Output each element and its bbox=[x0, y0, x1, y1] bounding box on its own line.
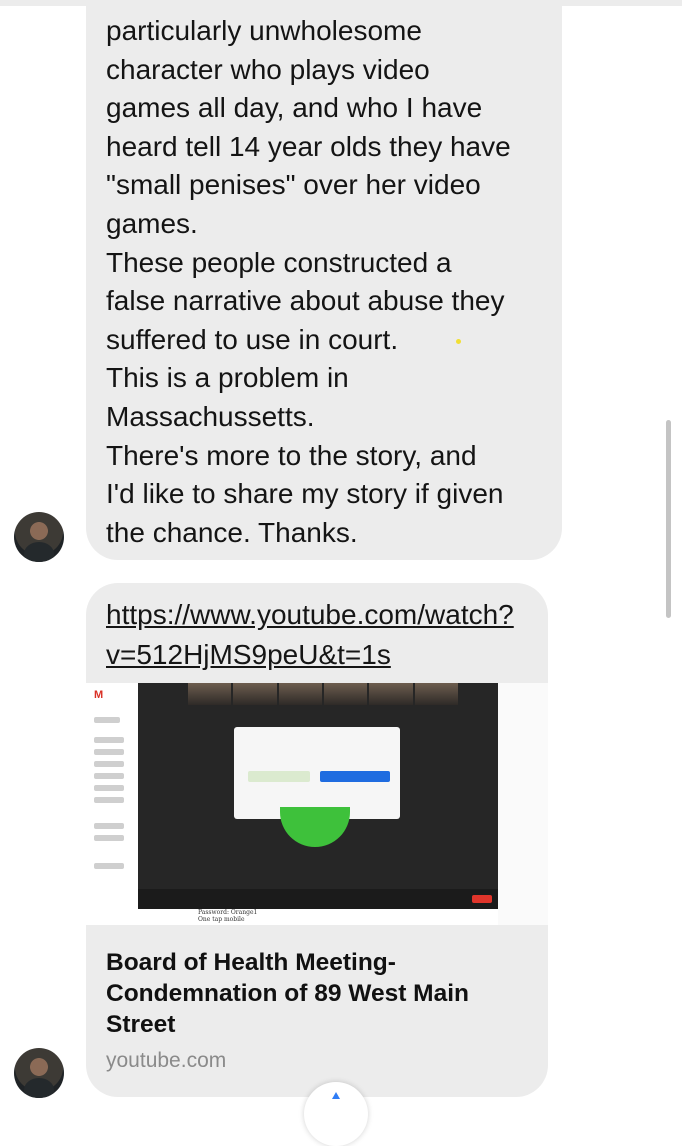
link-url[interactable]: https://www.youtube.com/watch?v=512HjMS9… bbox=[106, 595, 526, 675]
leave-button bbox=[472, 895, 492, 903]
gmail-right-column bbox=[498, 683, 548, 925]
green-avatar-circle bbox=[280, 807, 350, 847]
link-domain: youtube.com bbox=[106, 1049, 227, 1072]
join-audio-button bbox=[320, 771, 390, 782]
sender-avatar[interactable] bbox=[14, 512, 64, 562]
message-text: particularly unwholesome character who p… bbox=[106, 15, 511, 548]
sidebar-row bbox=[94, 785, 124, 791]
scroll-button[interactable] bbox=[304, 1082, 368, 1146]
gmail-sidebar: M bbox=[86, 683, 141, 925]
sidebar-row bbox=[94, 737, 124, 743]
paper-line: One tap mobile bbox=[198, 916, 245, 923]
participant-thumbnail bbox=[233, 683, 277, 705]
participant-thumbnails bbox=[188, 683, 458, 705]
link-preview-image[interactable]: M Password: Orange1 One tap mobile bbox=[86, 683, 548, 925]
zoom-toolbar bbox=[138, 889, 498, 909]
gmail-logo: M bbox=[94, 689, 104, 701]
sender-avatar[interactable] bbox=[14, 1048, 64, 1098]
audio-dialog bbox=[234, 727, 400, 819]
participant-thumbnail bbox=[414, 683, 458, 705]
sidebar-row bbox=[94, 749, 124, 755]
message-bubble[interactable]: particularly unwholesome character who p… bbox=[86, 0, 562, 560]
sidebar-row bbox=[94, 823, 124, 829]
participant-thumbnail bbox=[369, 683, 413, 705]
preview-paper-text: Password: Orange1 One tap mobile bbox=[198, 909, 257, 923]
paper-line: Password: Orange1 bbox=[198, 909, 258, 916]
participant-thumbnail bbox=[278, 683, 322, 705]
sidebar-row bbox=[94, 835, 124, 841]
sidebar-row bbox=[94, 717, 120, 723]
cursor-dot bbox=[456, 339, 461, 344]
sidebar-row bbox=[94, 773, 124, 779]
participant-thumbnail bbox=[323, 683, 368, 705]
sidebar-row bbox=[94, 761, 124, 767]
upload-icon bbox=[332, 1092, 340, 1099]
scrollbar[interactable] bbox=[666, 420, 671, 618]
sidebar-row bbox=[94, 797, 124, 803]
link-preview-bubble[interactable]: https://www.youtube.com/watch?v=512HjMS9… bbox=[86, 583, 548, 1097]
participant-thumbnail bbox=[188, 683, 232, 705]
zoom-window bbox=[138, 683, 498, 909]
link-title[interactable]: Board of Health Meeting- Condemnation of… bbox=[106, 947, 526, 1040]
sidebar-row bbox=[94, 863, 124, 869]
joined-by-phone-button bbox=[248, 771, 310, 782]
